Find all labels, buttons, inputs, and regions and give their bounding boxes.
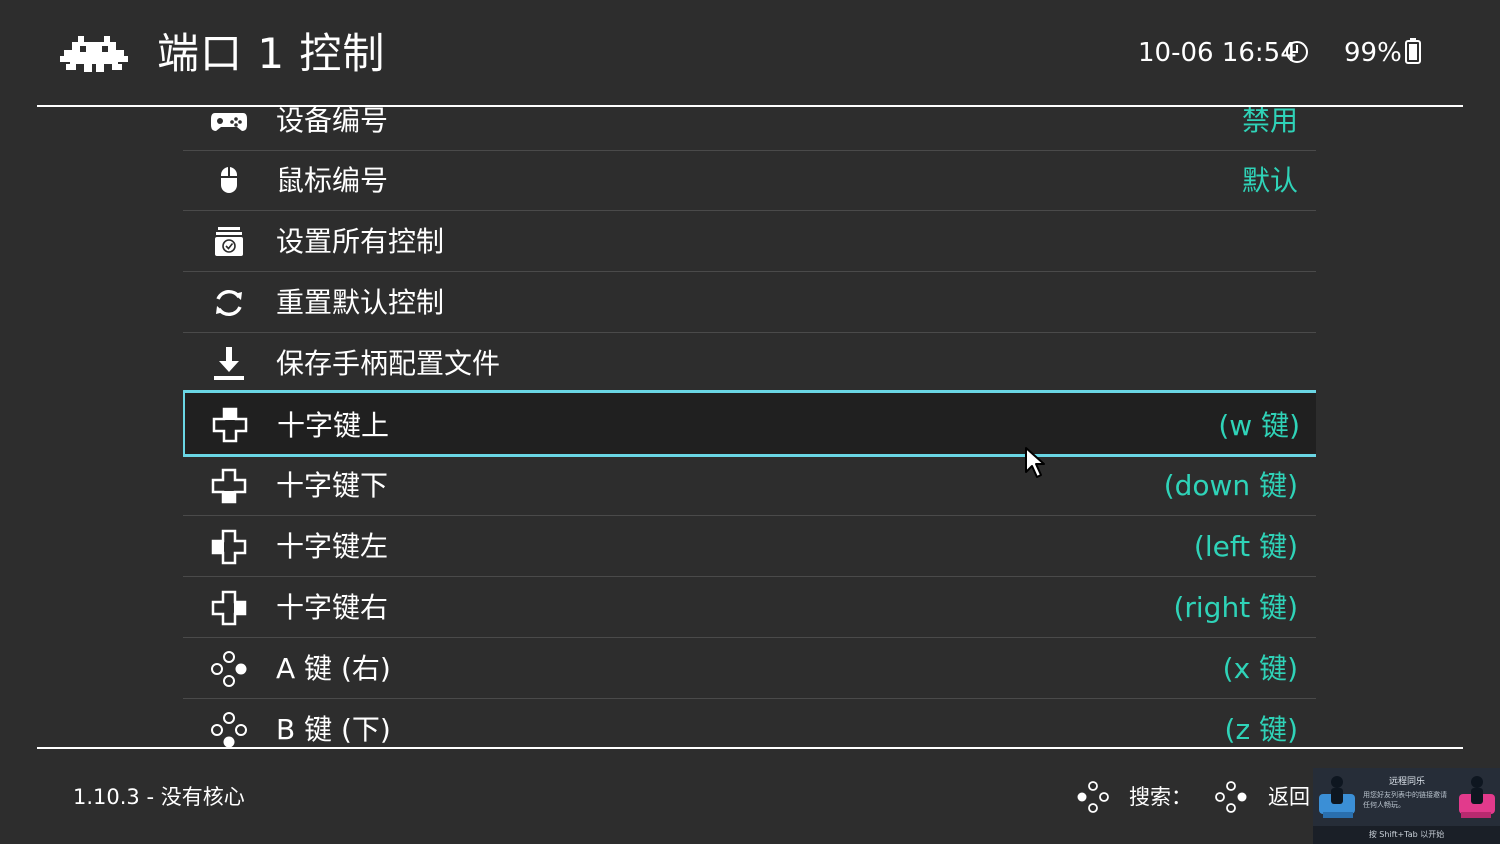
reset-icon (216, 289, 242, 317)
face-button-down-icon (211, 712, 247, 747)
dpad-right-icon (211, 590, 247, 626)
dpad-down-icon (211, 468, 247, 504)
version-text: 1.10.3 - 没有核心 (73, 785, 245, 809)
dpad-up-icon (212, 407, 248, 443)
battery-icon (1405, 38, 1421, 64)
settings-all-icon (215, 227, 243, 256)
menu-item-label: 保存手柄配置文件 (276, 347, 501, 380)
header-bar: 端口 1 控制 10-06 16:54 99% (0, 0, 1500, 107)
settings-list[interactable]: 设备编号 禁用 鼠标编号 默认 设置所有控制 重置默认控制 保存手柄配置文件 十… (183, 107, 1316, 747)
menu-item-label: 十字键右 (276, 591, 389, 624)
menu-item-value: (right 键) (1173, 591, 1298, 624)
notification-text: 用您好友列表中的链接邀请任何人畅玩。 (1363, 791, 1447, 809)
search-hint-label[interactable]: 搜索： (1129, 782, 1192, 812)
menu-item-dpad-up[interactable]: 十字键上 (w 键) (183, 390, 1316, 457)
face-button-left-icon (1077, 781, 1109, 813)
mouse-icon (221, 167, 237, 193)
menu-item-label: 重置默认控制 (276, 286, 445, 319)
menu-item-label: 十字键上 (277, 409, 390, 442)
menu-item-device-index[interactable]: 设备编号 禁用 (183, 107, 1316, 151)
menu-item-value: 默认 (1241, 164, 1298, 197)
menu-item-value: (left 键) (1193, 530, 1298, 563)
footer-divider (37, 747, 1463, 749)
menu-item-reset-controls[interactable]: 重置默认控制 (183, 273, 1316, 333)
menu-item-value: (z 键) (1224, 713, 1298, 746)
menu-item-value: 禁用 (1241, 107, 1298, 137)
menu-item-label: 鼠标编号 (276, 164, 389, 197)
retroarch-logo-icon (60, 36, 128, 72)
clock-icon (1286, 41, 1308, 63)
menu-item-label: 十字键下 (276, 469, 389, 502)
menu-item-dpad-down[interactable]: 十字键下 (down 键) (183, 456, 1316, 516)
menu-item-value: (down 键) (1163, 469, 1298, 502)
dpad-left-icon (211, 529, 247, 565)
menu-item-value: (x 键) (1222, 652, 1298, 685)
menu-item-dpad-left[interactable]: 十字键左 (left 键) (183, 517, 1316, 577)
menu-item-save-profile[interactable]: 保存手柄配置文件 (183, 334, 1316, 394)
datetime-text: 10-06 16:54 (1138, 38, 1297, 68)
menu-item-b-button[interactable]: B 键 (下) (z 键) (183, 700, 1316, 747)
player-left-illustration-icon (1319, 776, 1355, 818)
menu-item-mouse-index[interactable]: 鼠标编号 默认 (183, 151, 1316, 211)
menu-item-label: 设备编号 (276, 107, 389, 137)
battery-percent: 99% (1344, 38, 1402, 68)
download-icon (214, 347, 244, 380)
player-right-illustration-icon (1459, 776, 1495, 818)
gamepad-icon (211, 113, 247, 131)
back-hint-label[interactable]: 返回 (1268, 782, 1310, 812)
menu-item-label: B 键 (下) (276, 713, 391, 746)
menu-item-dpad-right[interactable]: 十字键右 (right 键) (183, 578, 1316, 638)
face-button-right-icon (211, 651, 247, 687)
mouse-cursor-icon (1025, 447, 1045, 478)
menu-item-value: (w 键) (1218, 409, 1300, 442)
menu-item-a-button[interactable]: A 键 (右) (x 键) (183, 639, 1316, 699)
menu-item-label: A 键 (右) (276, 652, 391, 685)
page-title: 端口 1 控制 (157, 29, 386, 78)
notification-title: 远程同乐 (1388, 777, 1425, 787)
menu-item-set-all-controls[interactable]: 设置所有控制 (183, 212, 1316, 272)
face-button-right-icon (1215, 781, 1247, 813)
menu-item-label: 十字键左 (276, 530, 389, 563)
menu-item-label: 设置所有控制 (276, 225, 445, 258)
notification-hint: 按 Shift+Tab 以开始 (1313, 826, 1500, 844)
remote-play-notification[interactable]: 远程同乐 用您好友列表中的链接邀请任何人畅玩。 按 Shift+Tab 以开始 (1313, 768, 1500, 844)
